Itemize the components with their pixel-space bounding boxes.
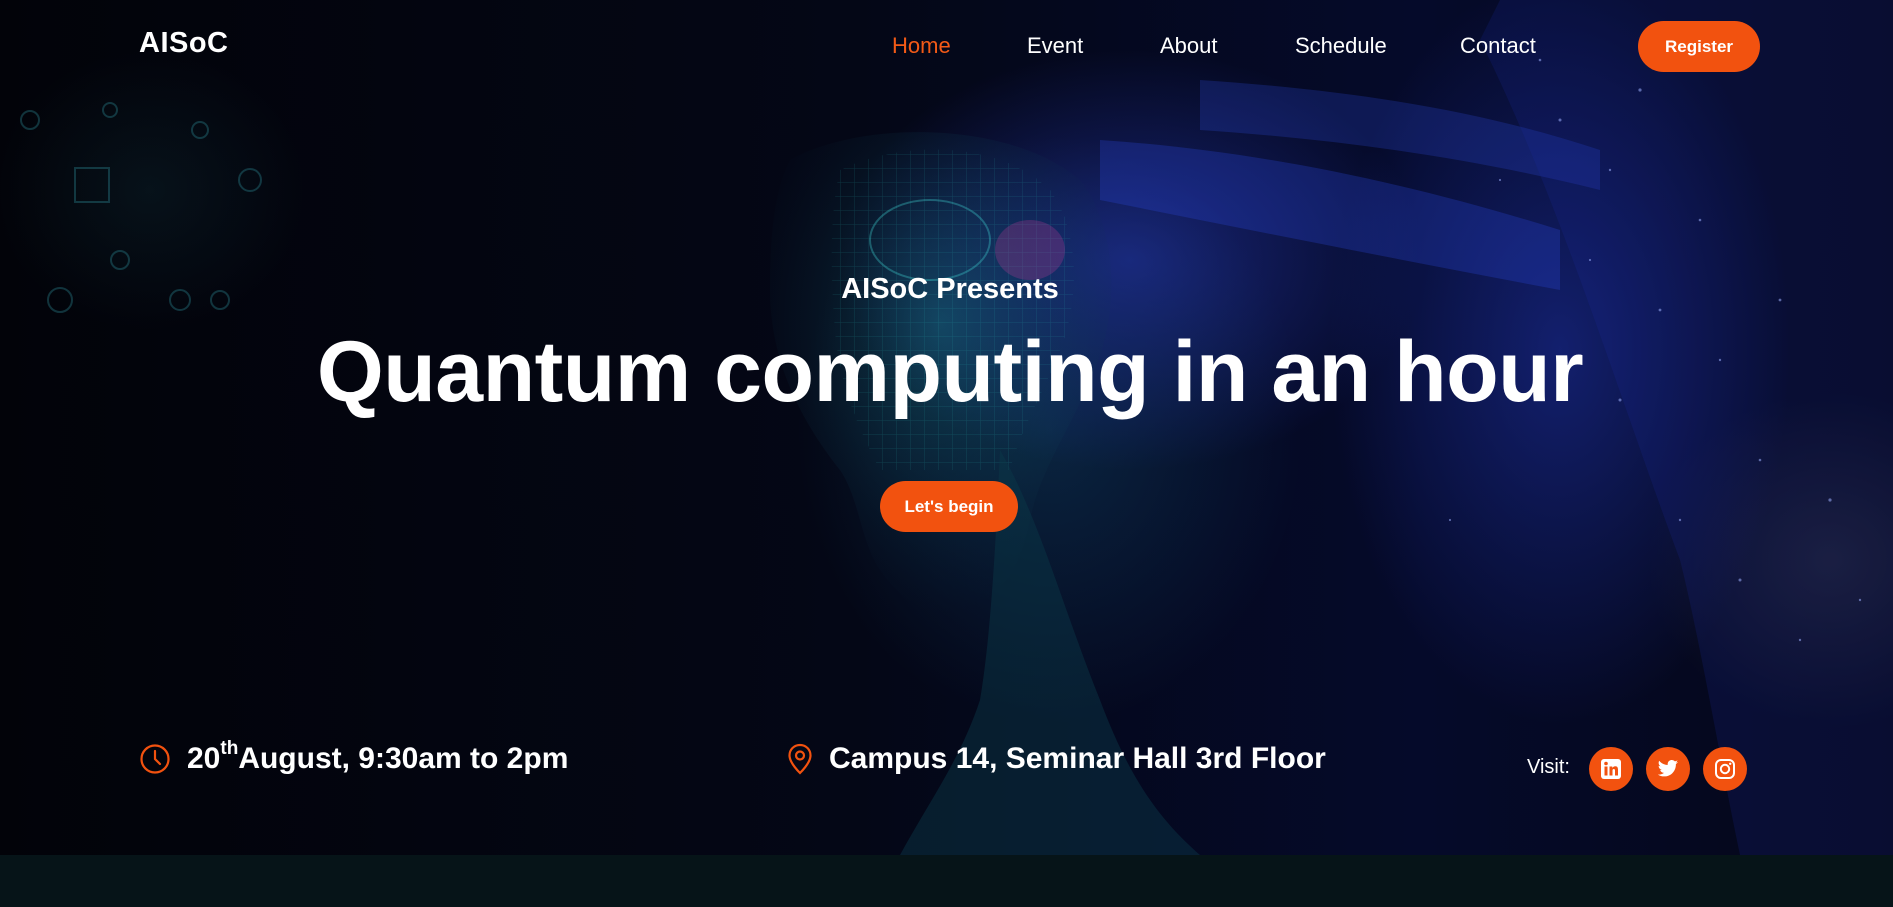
hologram-head-image: [20, 0, 1893, 855]
hero-headline: Quantum computing in an hour: [316, 324, 1584, 420]
instagram-button[interactable]: [1703, 747, 1747, 791]
nav-schedule[interactable]: Schedule: [1295, 33, 1387, 59]
event-location-text: Campus 14, Seminar Hall 3rd Floor: [829, 742, 1326, 775]
nav-event[interactable]: Event: [1027, 33, 1083, 59]
twitter-icon: [1657, 760, 1679, 777]
event-date: 20thAugust, 9:30am to 2pm: [139, 738, 569, 776]
date-suffix: th: [220, 738, 239, 759]
clock-icon: [139, 743, 171, 775]
map-pin-icon: [787, 743, 813, 775]
twitter-button[interactable]: [1646, 747, 1690, 791]
nav-about[interactable]: About: [1160, 33, 1218, 59]
linkedin-icon: [1601, 759, 1621, 779]
hero-background: [0, 0, 1893, 855]
register-button[interactable]: Register: [1638, 21, 1760, 72]
date-rest: August, 9:30am to 2pm: [238, 742, 569, 775]
event-date-text: 20thAugust, 9:30am to 2pm: [187, 738, 569, 776]
date-day: 20: [187, 742, 221, 775]
hero-kicker: AISoC Presents: [841, 273, 1059, 305]
linkedin-button[interactable]: [1589, 747, 1633, 791]
nav-home[interactable]: Home: [892, 33, 951, 59]
main-nav: Home Event About Schedule Contact: [0, 33, 1893, 63]
next-section-edge: [0, 855, 1893, 907]
instagram-icon: [1715, 759, 1735, 779]
nav-contact[interactable]: Contact: [1460, 33, 1536, 59]
visit-label: Visit:: [1527, 756, 1570, 778]
event-location: Campus 14, Seminar Hall 3rd Floor: [787, 742, 1326, 776]
lets-begin-button[interactable]: Let's begin: [880, 481, 1018, 532]
